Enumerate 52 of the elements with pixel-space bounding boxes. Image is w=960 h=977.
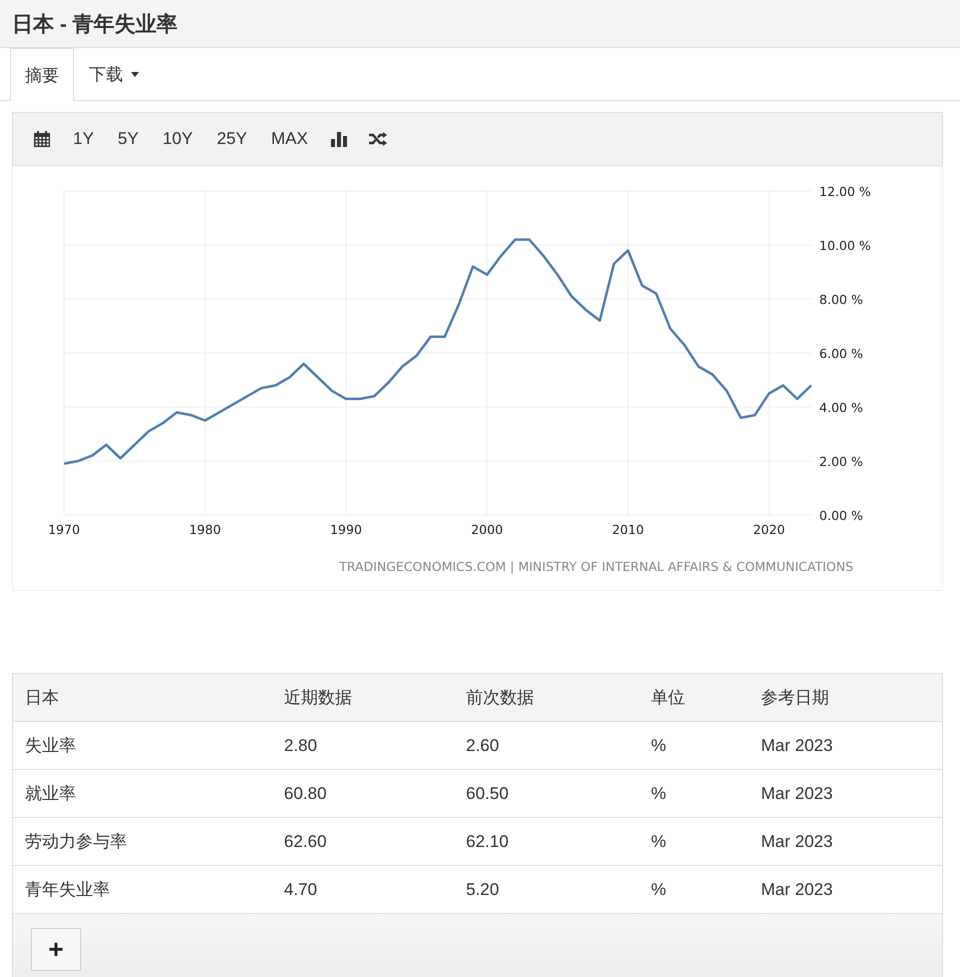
y-axis-label: 12.00 %: [819, 184, 871, 199]
y-axis-label: 2.00 %: [819, 454, 863, 469]
table-cell-text: 4.70: [283, 880, 318, 900]
table-cell-text: 就业率: [24, 783, 77, 805]
table-cell-text: 62.10: [465, 832, 510, 852]
table-cell-text: 2.80: [283, 736, 318, 756]
range-button[interactable]: 5Y: [108, 125, 149, 153]
y-axis-label: 8.00 %: [819, 292, 863, 307]
x-axis-label: 1970: [48, 522, 80, 537]
y-axis-label: 10.00 %: [819, 238, 871, 253]
table-cell-text: %: [650, 736, 668, 756]
tab[interactable]: 摘要: [10, 48, 74, 101]
x-axis-label: 1990: [330, 522, 362, 537]
y-axis-label: 0.00 %: [819, 508, 863, 523]
column-header: 单位: [650, 687, 686, 709]
download-dropdown[interactable]: 下载: [74, 48, 154, 100]
y-axis-label: 6.00 %: [819, 346, 863, 361]
add-button[interactable]: +: [31, 928, 81, 970]
table-cell-text: 62.60: [283, 832, 328, 852]
table-cell-text: Mar 2023: [760, 832, 834, 852]
source-caption: TRADINGECONOMICS.COM | MINISTRY OF INTERNAL AFFAIRS & COMMUNICATIONS: [339, 559, 854, 574]
shuffle-icon[interactable]: [368, 131, 388, 147]
table-cell-text: 劳动力参与率: [24, 831, 128, 853]
range-button[interactable]: 25Y: [206, 125, 258, 153]
x-axis-label: 2000: [471, 522, 503, 537]
range-button[interactable]: MAX: [261, 125, 318, 153]
bar-chart-icon[interactable]: [330, 130, 348, 148]
table-cell-text: %: [650, 784, 668, 804]
table-cell-text: %: [650, 832, 668, 852]
range-button[interactable]: 10Y: [152, 125, 203, 153]
table-cell-text: Mar 2023: [760, 736, 834, 756]
column-header: 日本: [24, 687, 60, 709]
column-header: 近期数据: [283, 687, 353, 709]
table-cell-text: 失业率: [24, 735, 77, 757]
x-axis-label: 2010: [612, 522, 644, 537]
table-cell-text: %: [650, 880, 668, 900]
x-axis-label: 1980: [189, 522, 221, 537]
calendar-icon[interactable]: [33, 130, 51, 148]
table-cell-text: 2.60: [465, 736, 500, 756]
page-title: 日本 - 青年失业率: [12, 12, 178, 38]
table-cell-text: 青年失业率: [24, 879, 111, 901]
caret-icon: [131, 72, 139, 77]
column-header: 前次数据: [465, 687, 535, 709]
column-header: 参考日期: [760, 687, 830, 709]
table-cell-text: Mar 2023: [760, 880, 834, 900]
table-cell-text: 60.50: [465, 784, 510, 804]
y-axis-label: 4.00 %: [819, 400, 863, 415]
table-cell-text: 5.20: [465, 880, 500, 900]
table-cell-text: Mar 2023: [760, 784, 834, 804]
table-cell-text: 60.80: [283, 784, 328, 804]
x-axis-label: 2020: [753, 522, 785, 537]
range-button[interactable]: 1Y: [63, 125, 104, 153]
